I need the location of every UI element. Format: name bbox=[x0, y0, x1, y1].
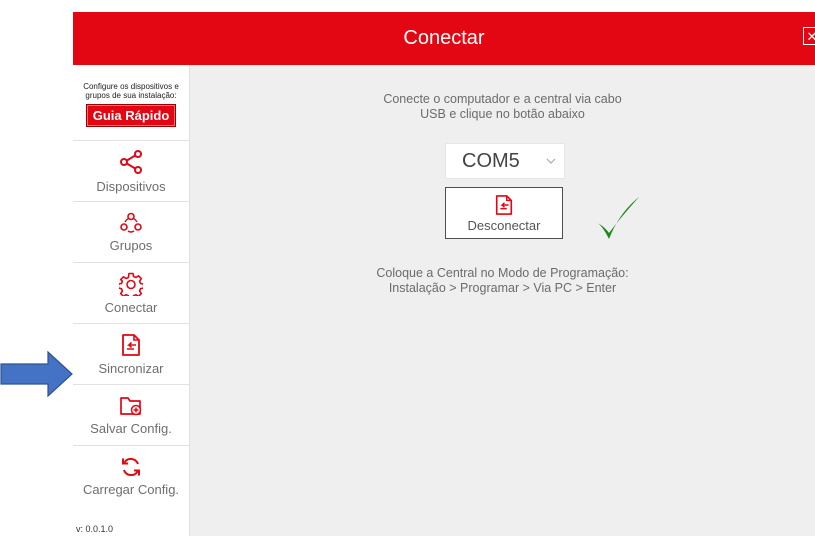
sidebar-item-salvar-config[interactable]: Salvar Config. bbox=[73, 384, 189, 445]
sidebar-item-sincronizar[interactable]: Sincronizar bbox=[73, 323, 189, 384]
gear-icon bbox=[119, 272, 143, 296]
sidebar-hint: Configure os dispositivos e grupos de su… bbox=[83, 82, 179, 100]
window-title: Conectar bbox=[403, 27, 485, 49]
sidebar-item-carregar-config[interactable]: Carregar Config. bbox=[73, 445, 189, 506]
refresh-icon bbox=[122, 457, 140, 476]
chevron-down-icon bbox=[546, 158, 556, 164]
close-icon: ✕ bbox=[806, 28, 815, 44]
main-content: Conecte o computador e a central via cab… bbox=[190, 65, 815, 536]
sync-icon bbox=[122, 333, 140, 356]
programming-instruction-line2: Instalação > Programar > Via PC > Enter bbox=[388, 281, 617, 295]
connect-instruction: Conecte o computador e a central via cab… bbox=[190, 92, 815, 122]
sync-icon bbox=[495, 194, 513, 215]
folder-add-icon bbox=[120, 396, 142, 415]
app-window: Conectar ✕ Configure os dispositivos e g… bbox=[73, 12, 815, 536]
sidebar-item-label: Dispositivos bbox=[96, 178, 166, 194]
sidebar-header: Configure os dispositivos e grupos de su… bbox=[73, 65, 189, 140]
disconnect-button[interactable]: Desconectar bbox=[445, 187, 563, 239]
sidebar-item-label: Carregar Config. bbox=[82, 481, 180, 497]
sidebar-item-label: Conectar bbox=[104, 299, 158, 315]
group-icon bbox=[120, 212, 142, 233]
version-label: v: 0.0.1.0 bbox=[76, 524, 114, 534]
annotation-arrow bbox=[0, 350, 73, 398]
disconnect-button-label: Desconectar bbox=[467, 217, 541, 233]
port-select[interactable]: COM5 bbox=[445, 143, 565, 179]
sidebar-item-label: Grupos bbox=[109, 237, 153, 253]
sidebar-item-grupos[interactable]: Grupos bbox=[73, 201, 189, 262]
sidebar-item-conectar[interactable]: Conectar bbox=[73, 262, 189, 323]
share-icon bbox=[120, 149, 142, 174]
title-bar: Conectar ✕ bbox=[73, 12, 815, 65]
connect-instruction-text: Conecte o computador e a central via cab… bbox=[383, 92, 622, 121]
sidebar-item-dispositivos[interactable]: Dispositivos bbox=[73, 140, 189, 201]
sidebar: Configure os dispositivos e grupos de su… bbox=[73, 65, 190, 536]
programming-instruction: Coloque a Central no Modo de Programação… bbox=[190, 266, 815, 296]
close-button[interactable]: ✕ bbox=[803, 27, 815, 45]
port-select-value: COM5 bbox=[462, 149, 520, 172]
sidebar-item-label: Sincronizar bbox=[98, 360, 164, 376]
quick-guide-button[interactable]: Guia Rápido bbox=[85, 104, 177, 127]
sidebar-item-label: Salvar Config. bbox=[90, 420, 172, 436]
programming-instruction-line1: Coloque a Central no Modo de Programação… bbox=[376, 266, 629, 280]
checkmark-icon bbox=[597, 197, 639, 239]
